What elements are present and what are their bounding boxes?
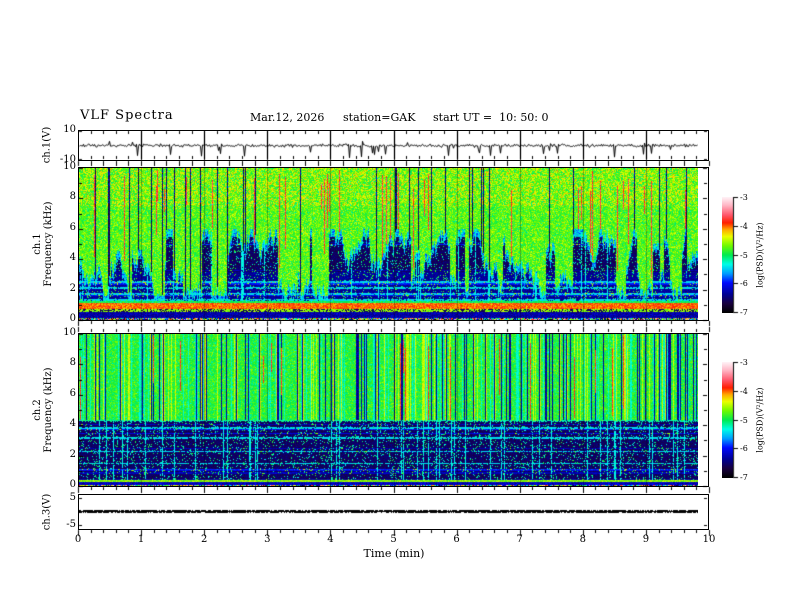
ch2-spectrogram-canvas (79, 334, 698, 486)
time-axis-label: Time (min) (363, 547, 425, 560)
x-tick-label: 5 (390, 534, 397, 545)
colorbar2-tick-label: -4 (740, 386, 748, 396)
ch2_spec-y-tick-label: 10 (63, 327, 76, 338)
x-tick-label: 3 (264, 534, 271, 545)
ch3-wave-y-tick-label: 5 (69, 492, 76, 503)
start-ut-label: start UT = 10: 50: 0 (433, 111, 549, 124)
ch1_spec-y-tick-label: 8 (69, 191, 76, 203)
ch3-waveform-canvas (79, 495, 698, 529)
ch1-spectrogram-panel (78, 167, 709, 321)
ch1-waveform-canvas (79, 131, 698, 160)
colorbar-ch1 (722, 197, 733, 313)
colorbar1-tick-label: -7 (740, 308, 748, 317)
colorbar1-tick-label: -3 (740, 193, 748, 202)
ch1-spec-label-line1: ch.1 (32, 233, 43, 255)
figure-title: VLF Spectra (80, 108, 174, 123)
colorbar2-tick-label: -3 (740, 358, 748, 367)
ch1-spectrogram-axis-label: ch.1 Frequency (kHz) (32, 201, 54, 286)
ch2-spec-label-line1: ch.2 (32, 399, 43, 421)
ch1_spec-y-tick-label: 2 (69, 282, 76, 294)
colorbar2-tick-label: -5 (740, 415, 748, 425)
x-tick-label: 1 (137, 534, 145, 545)
x-tick-label: 9 (642, 534, 650, 545)
figure-date: Mar.12, 2026 (250, 111, 325, 124)
ch3-waveform-panel (78, 494, 709, 530)
colorbar2-tick-label: -6 (740, 444, 748, 454)
x-tick-label: 0 (74, 534, 82, 545)
ch1-wave-y-tick-label: 10 (63, 124, 76, 135)
ch2_spec-y-tick-label: 8 (69, 357, 76, 369)
colorbar-ch1-unit-label: log(PSD)(V²/Hz) (755, 222, 765, 288)
ch2-spectrogram-axis-label: ch.2 Frequency (kHz) (32, 367, 54, 452)
ch2_spec-y-tick-label: 6 (69, 387, 76, 399)
colorbar2-tick-label: -7 (740, 473, 748, 482)
x-tick-label: 4 (327, 534, 334, 545)
colorbar1-tick-label: -5 (740, 250, 748, 260)
colorbar-ch2 (722, 362, 733, 478)
ch1_spec-y-tick-label: 0 (69, 313, 76, 324)
ch1_spec-y-tick-label: 4 (69, 252, 76, 264)
colorbar-ch2-unit-label: log(PSD)(V²/Hz) (755, 387, 765, 453)
ch1_spec-y-tick-label: 6 (69, 221, 76, 233)
ch2_spec-y-tick-label: 0 (69, 479, 76, 490)
ch3-wave-y-tick-label: -5 (66, 519, 76, 530)
ch1-waveform-panel (78, 130, 709, 161)
ch2_spec-y-tick-label: 4 (69, 418, 76, 430)
x-tick-label: 8 (579, 534, 586, 545)
ch1-spectrogram-canvas (79, 168, 698, 320)
colorbar1-tick-label: -6 (740, 279, 748, 289)
x-tick-label: 2 (201, 534, 208, 545)
station-label: station=GAK (343, 111, 416, 124)
ch1-spec-label-line2: Frequency (kHz) (43, 201, 54, 287)
ch2-spec-label-line2: Frequency (kHz) (43, 367, 54, 453)
ch1_spec-y-tick-label: 10 (63, 161, 76, 172)
x-tick-label: 7 (516, 534, 523, 545)
ch2_spec-y-tick-label: 2 (69, 448, 76, 460)
colorbar1-tick-label: -4 (740, 221, 748, 231)
ch2-spectrogram-panel (78, 333, 709, 487)
x-tick-label: 6 (453, 534, 460, 545)
x-tick-label: 10 (702, 534, 716, 545)
vlf-spectra-figure: VLF Spectra Mar.12, 2026 station=GAK sta… (0, 0, 792, 612)
